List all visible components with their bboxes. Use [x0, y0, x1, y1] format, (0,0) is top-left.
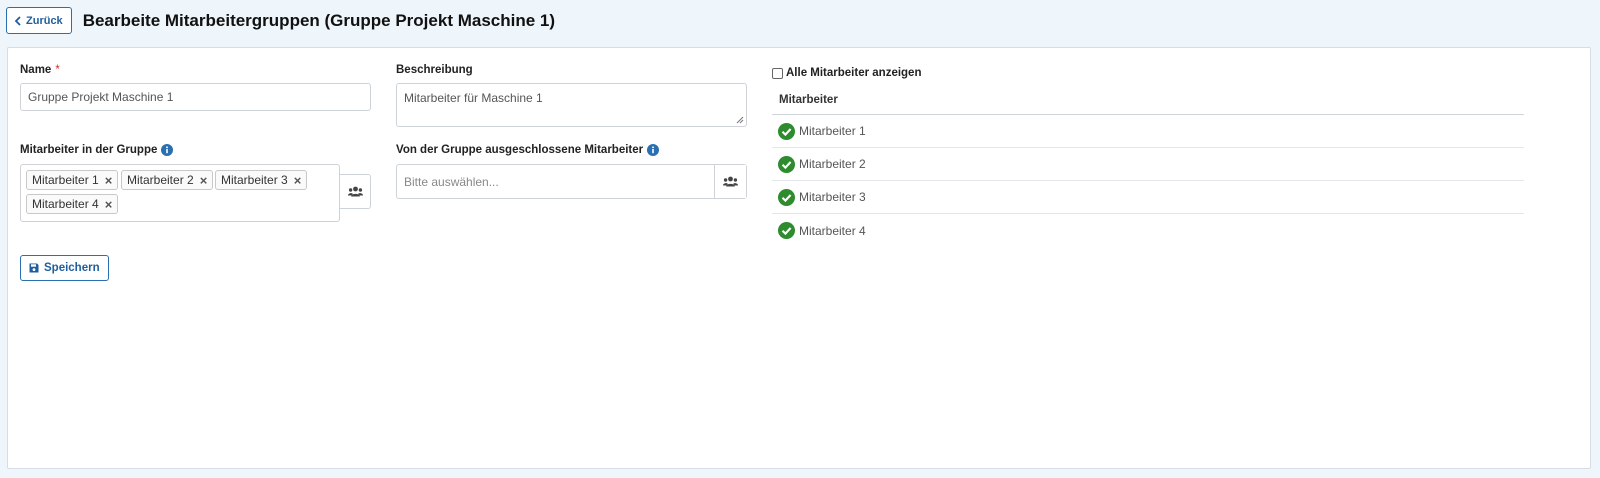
- member-tag-label: Mitarbeiter 2: [127, 173, 194, 187]
- info-icon[interactable]: [161, 144, 174, 156]
- members-label: Mitarbeiter in der Gruppe: [20, 144, 174, 156]
- member-tag: Mitarbeiter 4 ×: [26, 194, 119, 214]
- table-row: Mitarbeiter 4: [772, 214, 1524, 247]
- remove-tag-icon[interactable]: ×: [105, 198, 113, 211]
- description-label-text: Beschreibung: [396, 64, 473, 76]
- employee-name: Mitarbeiter 4: [799, 223, 866, 238]
- users-icon: [347, 186, 363, 197]
- back-button[interactable]: Zurück: [6, 7, 72, 34]
- remove-tag-icon[interactable]: ×: [294, 174, 302, 187]
- edit-group-card: Name * Gruppe Projekt Maschine 1 Beschre…: [7, 47, 1591, 469]
- show-all-row[interactable]: Alle Mitarbeiter anzeigen: [772, 67, 921, 79]
- excluded-picker-button[interactable]: [714, 165, 746, 198]
- check-circle-icon: [778, 222, 795, 239]
- employee-name: Mitarbeiter 3: [799, 190, 866, 204]
- chevron-left-icon: [14, 15, 21, 26]
- employee-name: Mitarbeiter 1: [799, 124, 866, 138]
- description-value: Mitarbeiter für Maschine 1: [404, 91, 543, 105]
- column-header-employee: Mitarbeiter: [779, 93, 838, 106]
- save-button[interactable]: Speichern: [20, 255, 109, 281]
- member-tag-label: Mitarbeiter 1: [32, 173, 99, 187]
- member-tag-label: Mitarbeiter 3: [221, 173, 288, 187]
- name-input-value: Gruppe Projekt Maschine 1: [28, 90, 174, 104]
- member-tag: Mitarbeiter 1 ×: [26, 170, 119, 190]
- page-title: Bearbeite Mitarbeitergruppen (Gruppe Pro…: [82, 10, 556, 30]
- excluded-label-text: Von der Gruppe ausgeschlossene Mitarbeit…: [396, 144, 644, 156]
- member-tag: Mitarbeiter 2 ×: [121, 170, 214, 190]
- check-circle-icon: [778, 155, 795, 173]
- table-row: Mitarbeiter 3: [772, 181, 1524, 214]
- table-row: Mitarbeiter 1: [772, 115, 1524, 148]
- required-marker: *: [55, 64, 60, 76]
- name-label: Name *: [20, 64, 60, 76]
- floppy-disk-icon: [29, 263, 39, 273]
- employee-table: Mitarbeiter Mitarbeiter 1 Mitarbeiter 2 …: [772, 85, 1524, 247]
- table-header: Mitarbeiter: [772, 85, 1524, 115]
- remove-tag-icon[interactable]: ×: [105, 174, 113, 187]
- users-icon: [723, 176, 738, 187]
- members-label-text: Mitarbeiter in der Gruppe: [20, 144, 158, 156]
- name-input[interactable]: Gruppe Projekt Maschine 1: [20, 83, 371, 111]
- page-header: Zurück Bearbeite Mitarbeitergruppen (Gru…: [6, 7, 555, 34]
- info-icon[interactable]: [647, 144, 660, 156]
- description-label: Beschreibung: [396, 64, 473, 76]
- save-button-label: Speichern: [44, 262, 100, 274]
- show-all-label: Alle Mitarbeiter anzeigen: [786, 67, 922, 79]
- remove-tag-icon[interactable]: ×: [200, 174, 208, 187]
- members-picker-button[interactable]: [339, 174, 371, 209]
- resize-grip-icon[interactable]: [736, 116, 744, 124]
- excluded-placeholder: Bitte auswählen...: [404, 174, 499, 189]
- member-tag-label: Mitarbeiter 4: [32, 197, 99, 211]
- excluded-label: Von der Gruppe ausgeschlossene Mitarbeit…: [396, 144, 660, 156]
- members-multiselect[interactable]: Mitarbeiter 1 × Mitarbeiter 2 × Mitarbei…: [20, 164, 340, 222]
- description-textarea[interactable]: Mitarbeiter für Maschine 1: [396, 83, 747, 127]
- member-tag: Mitarbeiter 3 ×: [215, 170, 308, 190]
- back-button-label: Zurück: [26, 14, 63, 27]
- name-label-text: Name: [20, 64, 52, 76]
- table-row: Mitarbeiter 2: [772, 148, 1524, 181]
- excluded-multiselect[interactable]: Bitte auswählen...: [396, 164, 747, 199]
- employee-name: Mitarbeiter 2: [799, 157, 866, 171]
- check-circle-icon: [778, 122, 795, 140]
- check-circle-icon: [778, 188, 795, 206]
- show-all-checkbox[interactable]: [772, 67, 783, 79]
